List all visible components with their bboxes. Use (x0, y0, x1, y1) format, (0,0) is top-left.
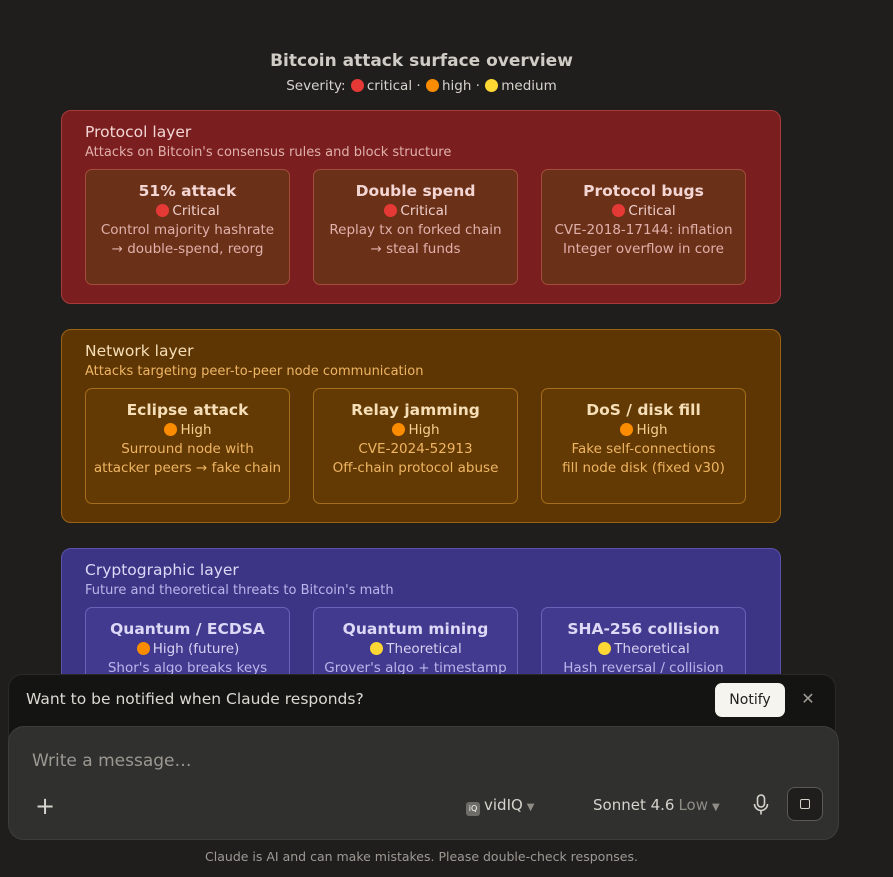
attack-card: DoS / disk fill High Fake self-connectio… (541, 388, 746, 504)
attack-name: Eclipse attack (126, 401, 249, 419)
attack-name: Relay jamming (351, 401, 480, 419)
attack-severity: Critical (86, 203, 289, 219)
attack-description: CVE-2018-17144: inflation Integer overflo… (554, 222, 733, 257)
layer-description: Future and theoretical threats to Bitcoi… (85, 583, 394, 598)
network-layer: Network layer Attacks targeting peer-to-… (61, 329, 781, 523)
orange-circle-icon (164, 423, 178, 436)
layer-name: Protocol layer (85, 123, 192, 141)
attack-severity: High (542, 422, 745, 438)
attack-card: Relay jamming High CVE-2024-52913 Off-cha… (313, 388, 518, 504)
add-attachment-button[interactable]: + (35, 792, 55, 820)
attack-description: Surround node with attacker peers → fake … (93, 441, 282, 476)
attack-description: CVE-2024-52913 Off-chain protocol abuse (332, 441, 499, 476)
orange-circle-icon (136, 642, 150, 655)
yellow-circle-icon (485, 79, 499, 92)
layer-name: Cryptographic layer (85, 561, 239, 579)
vidiq-icon: iQ (466, 802, 480, 816)
layer-description: Attacks targeting peer-to-peer node comm… (85, 364, 424, 379)
attack-name: Quantum mining (342, 620, 489, 638)
layer-description: Attacks on Bitcoin's consensus rules and… (85, 145, 452, 160)
message-input[interactable]: Write a message… (32, 751, 192, 771)
attack-name: Double spend (355, 182, 476, 200)
legend-high: high (441, 78, 472, 94)
attack-description: Control majority hashrate → double-spend,… (100, 222, 275, 257)
disclaimer: Claude is AI and can make mistakes. Plea… (205, 849, 638, 864)
legend-critical: critical (366, 78, 413, 94)
attack-description: Replay tx on forked chain → steal funds (329, 222, 502, 257)
attack-severity: High (86, 422, 289, 438)
attack-severity: Theoretical (542, 641, 745, 657)
attack-severity: Critical (542, 203, 745, 219)
attack-name: 51% attack (138, 182, 237, 200)
yellow-circle-icon (598, 642, 612, 655)
red-circle-icon (384, 204, 398, 217)
notify-button[interactable]: Notify (715, 683, 785, 717)
model-selector[interactable]: Sonnet 4.6 Low ▼ (593, 796, 720, 814)
orange-circle-icon (425, 79, 439, 92)
orange-circle-icon (392, 423, 406, 436)
attack-name: DoS / disk fill (586, 401, 701, 419)
message-composer: Write a message… + iQ vidIQ ▼ Sonnet 4.6 Lo… (8, 726, 839, 840)
tool-selector[interactable]: iQ vidIQ ▼ (466, 796, 535, 816)
model-name: Sonnet 4.6 (593, 796, 675, 814)
attack-card: 51% attack Critical Control majority has… (85, 169, 290, 285)
yellow-circle-icon (370, 642, 384, 655)
chevron-down-icon: ▼ (526, 802, 535, 813)
attack-name: Quantum / ECDSA (110, 620, 265, 638)
attack-card: Protocol bugs Critical CVE-2018-17144: i… (541, 169, 746, 285)
red-circle-icon (350, 79, 364, 92)
microphone-icon[interactable] (752, 794, 770, 816)
effort-level: Low (678, 796, 708, 814)
stop-icon (800, 799, 810, 809)
attack-severity: High (future) (86, 641, 289, 657)
red-circle-icon (612, 204, 626, 217)
chevron-down-icon: ▼ (712, 802, 720, 813)
orange-circle-icon (620, 423, 634, 436)
stop-button[interactable] (787, 787, 823, 821)
notification-text: Want to be notified when Claude responds… (26, 690, 364, 708)
attack-severity: High (314, 422, 517, 438)
close-icon[interactable]: ✕ (799, 689, 817, 709)
tool-name: vidIQ (484, 796, 523, 814)
attack-card: Double spend Critical Replay tx on forke… (313, 169, 518, 285)
attack-name: SHA-256 collision (567, 620, 720, 638)
legend-medium: medium (501, 78, 557, 94)
severity-legend: Severity: critical · high · medium (286, 78, 557, 94)
layer-name: Network layer (85, 342, 194, 360)
attack-card: Eclipse attack High Surround node with at… (85, 388, 290, 504)
attack-severity: Theoretical (314, 641, 517, 657)
diagram-title: Bitcoin attack surface overview (270, 51, 573, 71)
attack-description: Fake self-connections fill node disk (fix… (562, 441, 725, 476)
legend-prefix: Severity: (286, 78, 346, 94)
attack-severity: Critical (314, 203, 517, 219)
protocol-layer: Protocol layer Attacks on Bitcoin's cons… (61, 110, 781, 304)
red-circle-icon (156, 204, 170, 217)
attack-name: Protocol bugs (583, 182, 704, 200)
